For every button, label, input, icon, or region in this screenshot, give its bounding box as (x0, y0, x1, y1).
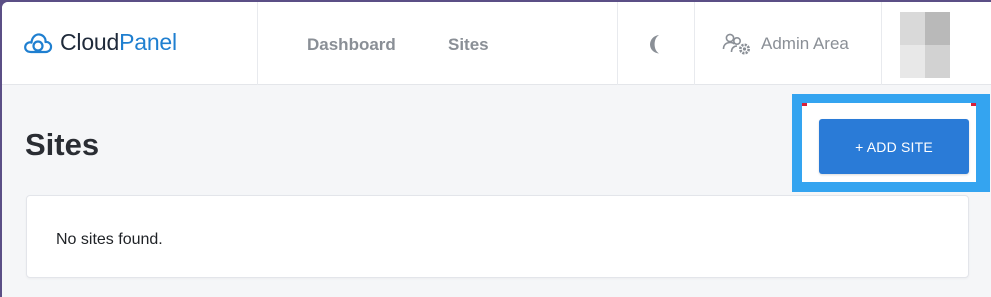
avatar-tile (925, 12, 950, 45)
header-divider (694, 2, 695, 85)
add-site-button[interactable]: + ADD SITE (819, 119, 969, 174)
browser-window: CloudPanel Dashboard Sites Admin Area Si… (2, 2, 991, 297)
header-divider (881, 2, 882, 85)
empty-state-message: No sites found. (56, 231, 163, 248)
header-divider (617, 2, 618, 85)
brand-suffix: Panel (119, 29, 177, 55)
sites-list-card: No sites found. (26, 195, 969, 278)
moon-icon[interactable] (645, 32, 667, 56)
avatar[interactable] (900, 12, 950, 78)
highlight-corner-mark (971, 103, 976, 106)
nav-sites-link[interactable]: Sites (448, 35, 489, 55)
avatar-tile (925, 45, 950, 78)
highlight-corner-mark (802, 103, 807, 106)
avatar-tile (900, 45, 925, 78)
nav-dashboard-link[interactable]: Dashboard (307, 35, 396, 55)
cloud-logo-icon (24, 33, 53, 54)
avatar-tile (900, 12, 925, 45)
top-header: CloudPanel Dashboard Sites Admin Area (2, 2, 991, 85)
brand[interactable]: CloudPanel (2, 2, 258, 85)
admin-area-label: Admin Area (761, 34, 849, 53)
admin-area-link[interactable]: Admin Area (722, 32, 849, 56)
users-gear-icon (722, 33, 750, 55)
brand-prefix: Cloud (60, 29, 120, 55)
page-title: Sites (25, 127, 100, 162)
brand-name: CloudPanel (60, 29, 177, 56)
